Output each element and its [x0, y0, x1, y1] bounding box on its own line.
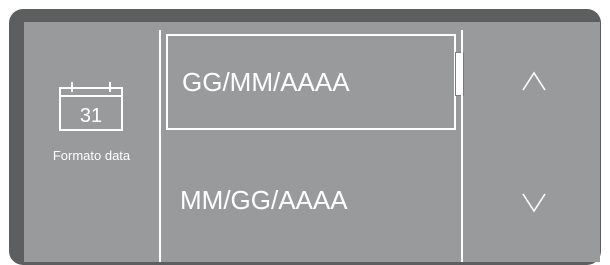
scroll-up-button[interactable] [504, 52, 564, 112]
option-label: MM/GG/AAAA [180, 184, 348, 215]
option-mm-dd-yyyy[interactable]: MM/GG/AAAA [166, 152, 456, 248]
setting-tile: 31 Formato data [24, 22, 159, 262]
right-divider [461, 30, 463, 262]
calendar-icon: 31 [59, 82, 123, 131]
option-label: GG/MM/AAAA [182, 66, 350, 97]
display-screen: 31 Formato data GG/MM/AAAA MM/GG/AAAA [24, 22, 600, 262]
setting-label: Formato data [52, 148, 131, 163]
calendar-day-number: 31 [80, 105, 102, 127]
option-dd-mm-yyyy[interactable]: GG/MM/AAAA [166, 34, 456, 130]
chevron-up-icon [522, 71, 546, 91]
scroll-down-button[interactable] [504, 172, 564, 232]
chevron-down-icon [522, 193, 546, 213]
left-divider [159, 30, 161, 262]
